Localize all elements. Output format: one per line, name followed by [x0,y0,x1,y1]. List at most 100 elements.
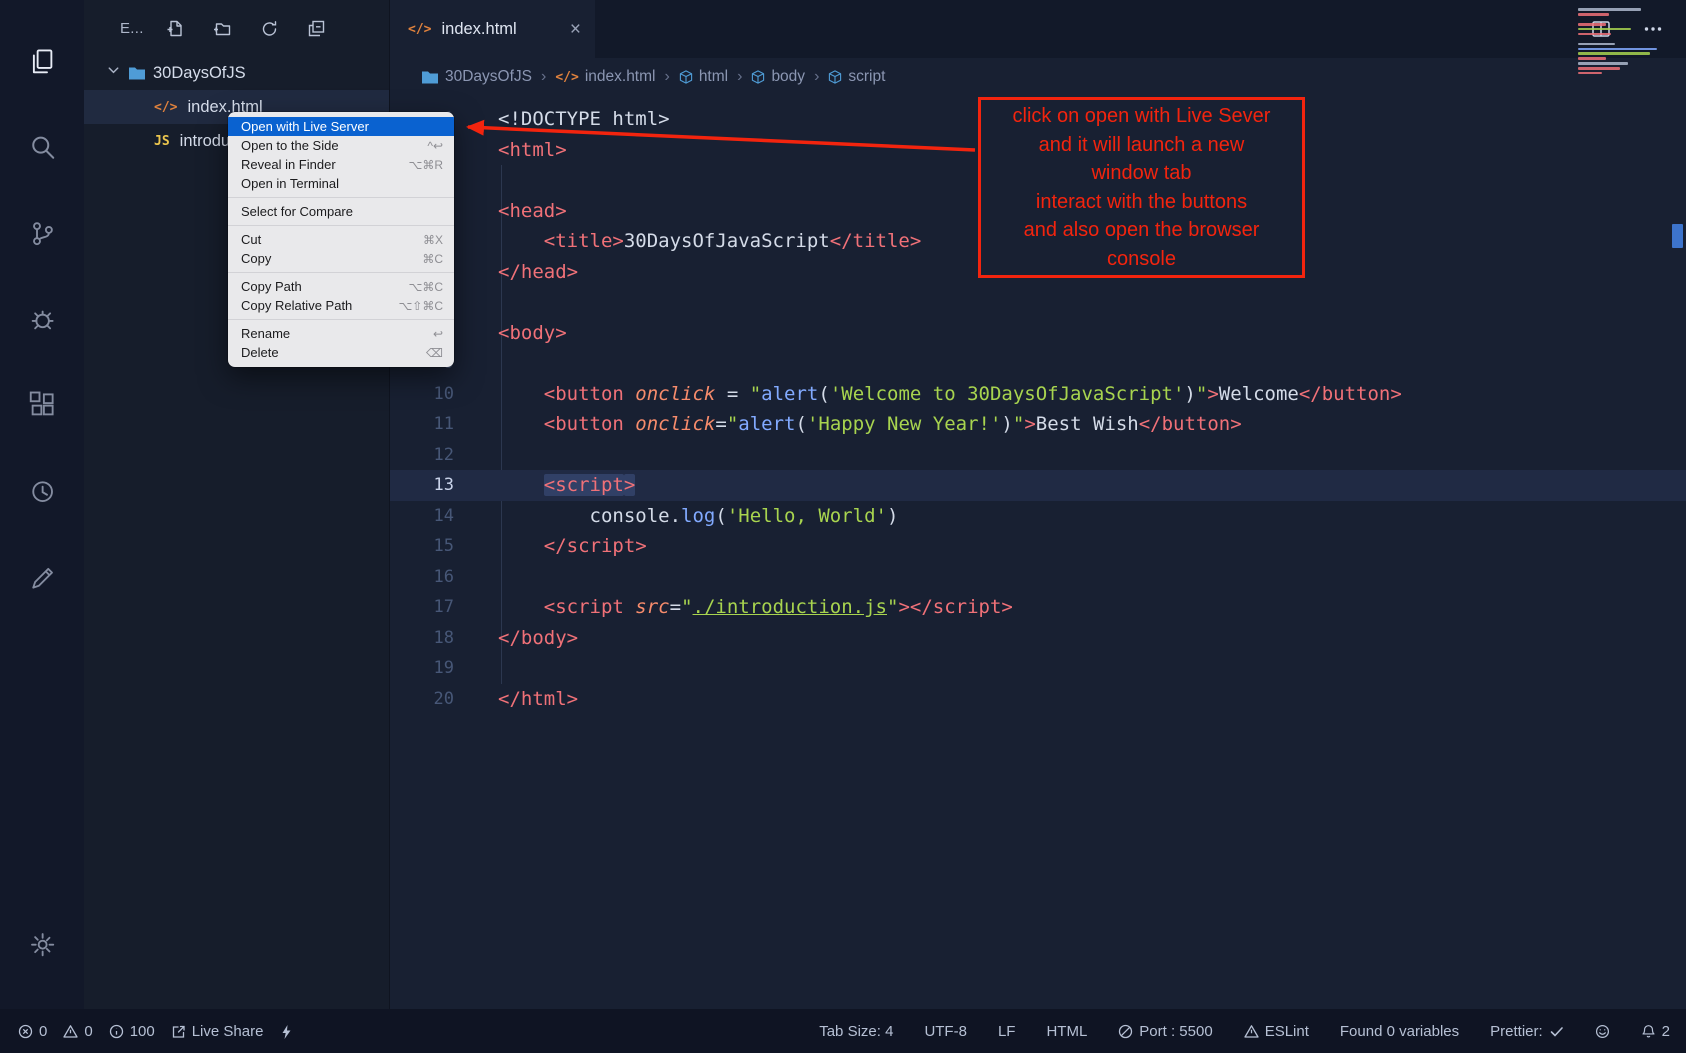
timeline-icon[interactable] [0,448,84,534]
code-line-12[interactable]: 12 [390,440,1686,471]
code-line-14[interactable]: 14 console.log('Hello, World') [390,501,1686,532]
encoding-indicator[interactable]: UTF-8 [924,1023,967,1040]
annotation-box: click on open with Live Sever and it wil… [978,97,1305,278]
breadcrumb: 30DaysOfJS › </> index.html › html › bod… [390,58,1686,96]
code-line-20[interactable]: 20</html> [390,684,1686,715]
context-menu: Open with Live ServerOpen to the Side^↩R… [228,112,454,367]
lightning-icon [279,1024,294,1039]
menu-item-open-with-live-server[interactable]: Open with Live Server [228,117,454,136]
menu-item-copy-relative-path[interactable]: Copy Relative Path⌥⇧⌘C [228,296,454,315]
code-line-13[interactable]: 13 <script> [390,470,1686,501]
line-number: 15 [390,536,454,556]
menu-item-reveal-in-finder[interactable]: Reveal in Finder⌥⌘R [228,155,454,174]
line-number: 13 [390,475,454,495]
code-line-17[interactable]: 17 <script src="./introduction.js"></scr… [390,592,1686,623]
line-number: 12 [390,445,454,465]
menu-item-delete[interactable]: Delete⌫ [228,343,454,362]
language-mode-indicator[interactable]: HTML [1046,1023,1087,1040]
explorer-icon[interactable] [0,18,84,104]
menu-item-copy[interactable]: Copy⌘C [228,249,454,268]
line-number: 10 [390,384,454,404]
close-icon[interactable]: × [570,20,581,39]
tab-bar: </> index.html × [390,0,1686,58]
check-icon [1549,1024,1564,1039]
notifications-bell[interactable]: 2 [1641,1023,1670,1040]
code-line-19[interactable]: 19 [390,653,1686,684]
prettier-status[interactable]: Prettier: [1490,1023,1564,1040]
info-count[interactable]: 100 [109,1023,155,1040]
annotation-line: and it will launch a new [981,131,1302,160]
breadcrumb-separator: › [664,68,669,86]
status-bar: 0 0 100 Live Share Tab Size: 4 UTF-8 LF … [0,1009,1686,1053]
menu-separator [228,197,454,198]
explorer-header: E... [84,0,389,56]
annotation-line: and also open the browser [981,216,1302,245]
code-line-8[interactable]: 8<body> [390,318,1686,349]
new-file-icon[interactable] [166,19,185,38]
search-icon[interactable] [0,104,84,190]
line-number: 14 [390,506,454,526]
symbol-cube-icon [751,70,765,84]
breadcrumb-separator: › [737,68,742,86]
breadcrumb-separator: › [814,68,819,86]
menu-item-open-in-terminal[interactable]: Open in Terminal [228,174,454,193]
eslint-status[interactable]: ESLint [1244,1023,1309,1040]
menu-separator [228,319,454,320]
line-number: 11 [390,414,454,434]
share-icon [171,1024,186,1039]
html-file-icon: </> [154,100,177,115]
feedback-icon[interactable] [0,534,84,620]
line-number: 19 [390,658,454,678]
breadcrumb-item-body[interactable]: body [751,68,805,86]
code-line-7[interactable]: 7 [390,287,1686,318]
code-line-9[interactable]: 9 [390,348,1686,379]
annotation-line: interact with the buttons [981,188,1302,217]
breadcrumb-item-folder[interactable]: 30DaysOfJS [421,68,532,86]
live-share-button[interactable]: Live Share [171,1023,264,1040]
activity-bar [0,0,84,1009]
refresh-icon[interactable] [260,19,279,38]
tab-size-indicator[interactable]: Tab Size: 4 [819,1023,893,1040]
menu-item-open-to-the-side[interactable]: Open to the Side^↩ [228,136,454,155]
problems-errors[interactable]: 0 [18,1023,47,1040]
settings-gear-icon[interactable] [0,901,84,987]
eol-indicator[interactable]: LF [998,1023,1016,1040]
code-line-15[interactable]: 15 </script> [390,531,1686,562]
menu-item-rename[interactable]: Rename↩ [228,324,454,343]
menu-item-cut[interactable]: Cut⌘X [228,230,454,249]
code-line-11[interactable]: 11 <button onclick="alert('Happy New Yea… [390,409,1686,440]
problems-warnings[interactable]: 0 [63,1023,92,1040]
breadcrumb-item-file[interactable]: </> index.html [555,68,655,86]
circle-slash-icon [1118,1024,1133,1039]
code-line-18[interactable]: 18</body> [390,623,1686,654]
warning-icon [63,1024,78,1039]
live-server-port[interactable]: Port : 5500 [1118,1023,1212,1040]
run-and-debug-icon[interactable] [0,276,84,362]
source-control-icon[interactable] [0,190,84,276]
chevron-down-icon [106,63,121,83]
annotation-line: console [981,245,1302,274]
variables-status[interactable]: Found 0 variables [1340,1023,1459,1040]
menu-item-select-for-compare[interactable]: Select for Compare [228,202,454,221]
folder-icon [421,69,439,85]
minimap[interactable] [1578,6,1670,77]
line-number: 18 [390,628,454,648]
tab-index-html[interactable]: </> index.html × [390,0,595,58]
feedback-smiley-button[interactable] [1595,1024,1610,1039]
code-line-16[interactable]: 16 [390,562,1686,593]
menu-item-copy-path[interactable]: Copy Path⌥⌘C [228,277,454,296]
html-file-icon: </> [555,70,578,85]
extensions-icon[interactable] [0,362,84,448]
lightning-button[interactable] [279,1024,294,1039]
annotation-line: window tab [981,159,1302,188]
folder-icon [128,65,146,81]
collapse-all-icon[interactable] [307,19,326,38]
menu-separator [228,225,454,226]
breadcrumb-item-script[interactable]: script [828,68,885,86]
new-folder-icon[interactable] [213,19,232,38]
line-number: 20 [390,689,454,709]
breadcrumb-item-html[interactable]: html [679,68,728,86]
tree-root-folder[interactable]: 30DaysOfJS [84,56,389,90]
info-icon [109,1024,124,1039]
code-line-10[interactable]: 10 <button onclick = "alert('Welcome to … [390,379,1686,410]
